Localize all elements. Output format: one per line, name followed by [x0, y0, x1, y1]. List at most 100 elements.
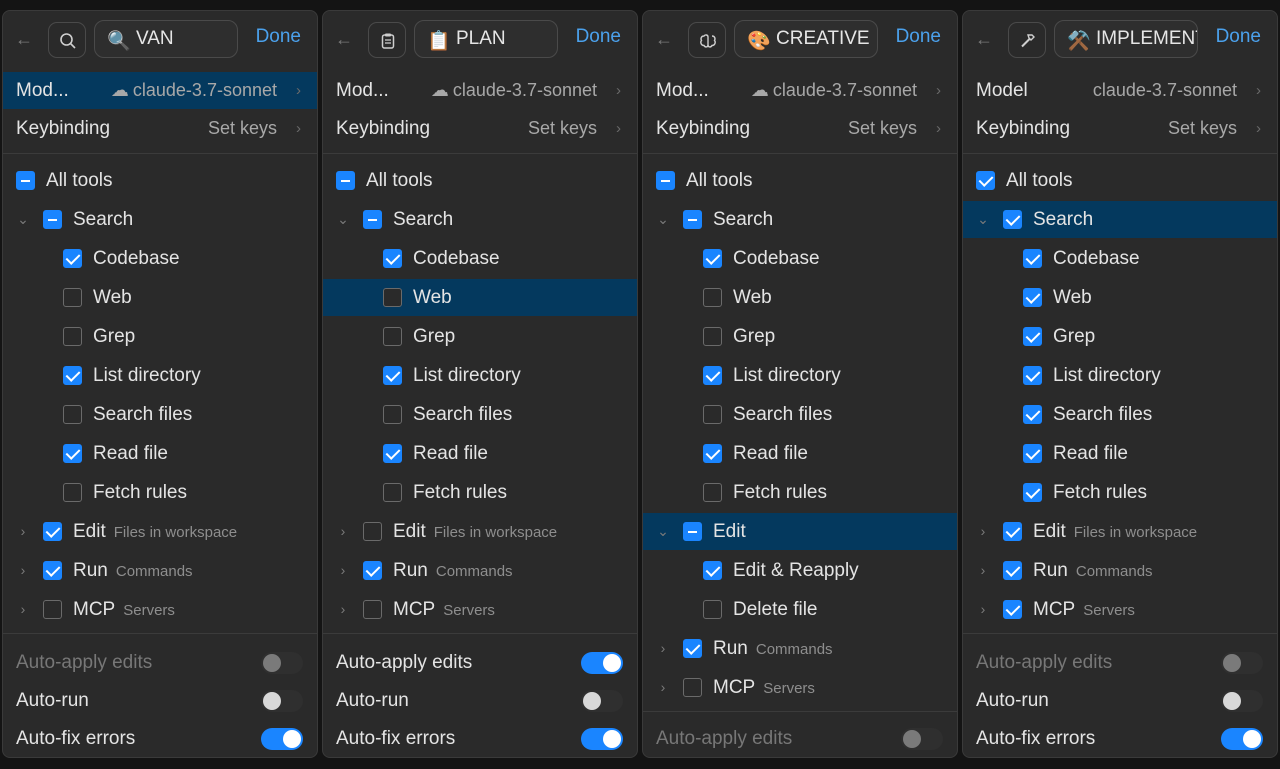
collapse-chevron-icon[interactable]: ⌄ — [336, 201, 350, 238]
fetch-rules-checkbox[interactable] — [1023, 483, 1042, 502]
auto-fix-row[interactable]: Auto-fix errors — [3, 720, 317, 757]
auto-run-toggle[interactable] — [581, 690, 623, 712]
auto-fix-row[interactable]: Auto-fix errors — [963, 720, 1277, 757]
tool-grep-row[interactable]: Grep — [963, 318, 1277, 355]
search-files-checkbox[interactable] — [63, 405, 82, 424]
auto-run-row[interactable]: Auto-run — [3, 682, 317, 719]
auto-fix-row[interactable]: Auto-fix errors — [323, 720, 637, 757]
tool-fetch-rules-row[interactable]: Fetch rules — [3, 474, 317, 511]
all-tools-checkbox[interactable] — [16, 171, 35, 190]
fetch-rules-checkbox[interactable] — [63, 483, 82, 502]
tool-read-file-row[interactable]: Read file — [323, 435, 637, 472]
mcp-checkbox[interactable] — [363, 600, 382, 619]
expand-chevron-icon[interactable]: › — [656, 669, 670, 706]
web-checkbox[interactable] — [383, 288, 402, 307]
done-button[interactable]: Done — [576, 26, 621, 48]
tool-grep-row[interactable]: Grep — [3, 318, 317, 355]
search-files-checkbox[interactable] — [1023, 405, 1042, 424]
expand-chevron-icon[interactable]: › — [16, 552, 30, 589]
tool-fetch-rules-row[interactable]: Fetch rules — [323, 474, 637, 511]
tool-read-file-row[interactable]: Read file — [963, 435, 1277, 472]
run-group-row[interactable]: › Run Commands — [963, 552, 1277, 589]
mode-name-input[interactable]: ⚒️ IMPLEMENT — [1054, 20, 1198, 58]
run-checkbox[interactable] — [43, 561, 62, 580]
tool-list-directory-row[interactable]: List directory — [963, 357, 1277, 394]
tool-codebase-row[interactable]: Codebase — [643, 240, 957, 277]
edit-group-row[interactable]: ⌄ Edit — [643, 513, 957, 550]
mode-icon-button[interactable] — [48, 22, 86, 58]
auto-run-toggle[interactable] — [261, 690, 303, 712]
tool-fetch-rules-row[interactable]: Fetch rules — [963, 474, 1277, 511]
keybinding-row[interactable]: Keybinding Set keys › — [3, 110, 317, 147]
codebase-checkbox[interactable] — [383, 249, 402, 268]
back-arrow-icon[interactable]: ← — [13, 29, 35, 49]
model-row[interactable]: Mod... ☁ claude-3.7-sonnet › — [323, 72, 637, 109]
codebase-checkbox[interactable] — [1023, 249, 1042, 268]
run-checkbox[interactable] — [683, 639, 702, 658]
mcp-checkbox[interactable] — [1003, 600, 1022, 619]
web-checkbox[interactable] — [1023, 288, 1042, 307]
tool-grep-row[interactable]: Grep — [323, 318, 637, 355]
edit-checkbox[interactable] — [683, 522, 702, 541]
keybinding-row[interactable]: Keybinding Set keys › — [323, 110, 637, 147]
delete-file-checkbox[interactable] — [703, 600, 722, 619]
done-button[interactable]: Done — [1216, 26, 1261, 48]
tool-list-directory-row[interactable]: List directory — [3, 357, 317, 394]
edit-reapply-checkbox[interactable] — [703, 561, 722, 580]
done-button[interactable]: Done — [896, 26, 941, 48]
tool-codebase-row[interactable]: Codebase — [3, 240, 317, 277]
mode-icon-button[interactable] — [688, 22, 726, 58]
mode-icon-button[interactable] — [1008, 22, 1046, 58]
mode-icon-button[interactable] — [368, 22, 406, 58]
all-tools-checkbox[interactable] — [656, 171, 675, 190]
codebase-checkbox[interactable] — [63, 249, 82, 268]
list-directory-checkbox[interactable] — [1023, 366, 1042, 385]
expand-chevron-icon[interactable]: › — [336, 591, 350, 628]
keybinding-row[interactable]: Keybinding Set keys › — [643, 110, 957, 147]
auto-apply-toggle[interactable] — [581, 652, 623, 674]
read-file-checkbox[interactable] — [703, 444, 722, 463]
list-directory-checkbox[interactable] — [63, 366, 82, 385]
edit-group-row[interactable]: › Edit Files in workspace — [323, 513, 637, 550]
tool-search-files-row[interactable]: Search files — [963, 396, 1277, 433]
tool-list-directory-row[interactable]: List directory — [323, 357, 637, 394]
tool-search-files-row[interactable]: Search files — [3, 396, 317, 433]
run-checkbox[interactable] — [363, 561, 382, 580]
read-file-checkbox[interactable] — [63, 444, 82, 463]
mcp-group-row[interactable]: › MCP Servers — [643, 669, 957, 706]
fetch-rules-checkbox[interactable] — [383, 483, 402, 502]
grep-checkbox[interactable] — [1023, 327, 1042, 346]
search-group-row[interactable]: ⌄ Search — [643, 201, 957, 238]
tool-edit-reapply-row[interactable]: Edit & Reapply — [643, 552, 957, 589]
tool-delete-file-row[interactable]: Delete file — [643, 591, 957, 628]
expand-chevron-icon[interactable]: › — [656, 630, 670, 667]
auto-apply-row[interactable]: Auto-apply edits — [323, 644, 637, 681]
edit-checkbox[interactable] — [363, 522, 382, 541]
expand-chevron-icon[interactable]: › — [976, 513, 990, 550]
fetch-rules-checkbox[interactable] — [703, 483, 722, 502]
codebase-checkbox[interactable] — [703, 249, 722, 268]
all-tools-row[interactable]: All tools — [643, 162, 957, 199]
tool-search-files-row[interactable]: Search files — [643, 396, 957, 433]
auto-fix-toggle[interactable] — [581, 728, 623, 750]
expand-chevron-icon[interactable]: › — [976, 591, 990, 628]
expand-chevron-icon[interactable]: › — [976, 552, 990, 589]
auto-run-row[interactable]: Auto-run — [963, 682, 1277, 719]
run-group-row[interactable]: › Run Commands — [643, 630, 957, 667]
search-group-row[interactable]: ⌄ Search — [3, 201, 317, 238]
collapse-chevron-icon[interactable]: ⌄ — [656, 201, 670, 238]
mcp-checkbox[interactable] — [683, 678, 702, 697]
search-checkbox[interactable] — [43, 210, 62, 229]
grep-checkbox[interactable] — [383, 327, 402, 346]
mode-name-input[interactable]: 🔍 VAN — [94, 20, 238, 58]
auto-fix-toggle[interactable] — [1221, 728, 1263, 750]
search-files-checkbox[interactable] — [383, 405, 402, 424]
collapse-chevron-icon[interactable]: ⌄ — [976, 201, 990, 238]
done-button[interactable]: Done — [256, 26, 301, 48]
all-tools-checkbox[interactable] — [976, 171, 995, 190]
back-arrow-icon[interactable]: ← — [333, 29, 355, 49]
mcp-group-row[interactable]: › MCP Servers — [963, 591, 1277, 628]
model-row[interactable]: Mod... ☁ claude-3.7-sonnet › — [3, 72, 317, 109]
mcp-group-row[interactable]: › MCP Servers — [3, 591, 317, 628]
tool-codebase-row[interactable]: Codebase — [963, 240, 1277, 277]
